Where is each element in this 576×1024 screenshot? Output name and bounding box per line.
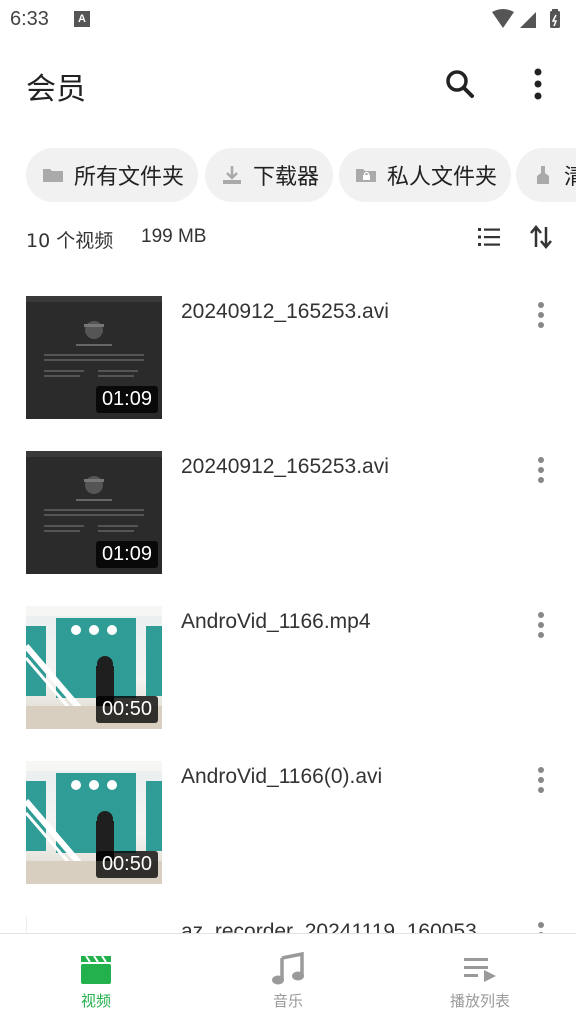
video-name: AndroVid_1166(0).avi bbox=[181, 765, 383, 788]
bottom-navigation: 视频 音乐 播放列表 bbox=[0, 933, 576, 1024]
filter-chips: 所有文件夹 下载器 私人文件夹 清 bbox=[0, 146, 576, 206]
nav-music[interactable]: 音乐 bbox=[192, 934, 384, 1024]
more-vert-icon[interactable] bbox=[526, 300, 556, 330]
list-view-icon[interactable] bbox=[474, 222, 504, 252]
chip-label: 私人文件夹 bbox=[387, 165, 498, 190]
list-item[interactable]: 00:50 AndroVid_1166.mp4 bbox=[0, 590, 576, 745]
list-item[interactable]: 00:50 AndroVid_1166(0).avi bbox=[0, 745, 576, 900]
sort-icon[interactable] bbox=[526, 222, 556, 252]
list-item[interactable]: az_recorder_20241119_160053 bbox=[0, 900, 576, 934]
video-thumbnail bbox=[26, 916, 162, 934]
video-name: 20240912_165253.avi bbox=[181, 455, 389, 478]
status-bar: 6:33 A bbox=[0, 0, 576, 40]
nav-label: 音乐 bbox=[272, 992, 303, 1010]
chip-all-folders[interactable]: 所有文件夹 bbox=[26, 148, 199, 202]
notification-icon: A bbox=[74, 11, 90, 27]
page-title: 会员 bbox=[26, 72, 86, 107]
music-note-icon bbox=[272, 952, 304, 985]
download-icon bbox=[223, 166, 241, 184]
nav-playlists[interactable]: 播放列表 bbox=[384, 934, 576, 1024]
video-list: 01:09 20240912_165253.avi 01:09 20240912… bbox=[0, 280, 576, 934]
folder-icon bbox=[43, 169, 63, 182]
video-thumbnail: 01:09 bbox=[26, 296, 162, 419]
chip-private-folder[interactable]: 私人文件夹 bbox=[339, 148, 512, 202]
chip-label: 清 bbox=[564, 165, 576, 190]
clapperboard-icon bbox=[81, 955, 111, 984]
video-name: 20240912_165253.avi bbox=[181, 300, 389, 323]
chip-label: 下载器 bbox=[253, 165, 320, 190]
video-thumbnail: 00:50 bbox=[26, 606, 162, 729]
video-count: 10 个视频 bbox=[26, 230, 114, 252]
list-item[interactable]: 01:09 20240912_165253.avi bbox=[0, 435, 576, 590]
more-vert-icon[interactable] bbox=[526, 765, 556, 795]
nav-label: 播放列表 bbox=[449, 992, 510, 1010]
duration-badge: 01:09 bbox=[95, 386, 158, 413]
video-name: az_recorder_20241119_160053 bbox=[181, 920, 477, 934]
chip-downloader[interactable]: 下载器 bbox=[205, 148, 334, 202]
total-size: 199 MB bbox=[141, 226, 207, 247]
duration-badge: 00:50 bbox=[95, 851, 158, 878]
summary-row: 10 个视频 199 MB bbox=[0, 214, 576, 264]
list-item[interactable]: 01:09 20240912_165253.avi bbox=[0, 280, 576, 435]
signal-battery-icon bbox=[492, 9, 560, 28]
playlist-icon bbox=[464, 958, 496, 982]
video-name: AndroVid_1166.mp4 bbox=[181, 610, 371, 633]
app-bar: 会员 bbox=[0, 48, 576, 118]
more-vert-icon[interactable] bbox=[520, 66, 556, 102]
nav-videos[interactable]: 视频 bbox=[0, 934, 192, 1024]
search-icon[interactable] bbox=[440, 66, 480, 102]
more-vert-icon[interactable] bbox=[526, 455, 556, 485]
more-vert-icon[interactable] bbox=[526, 610, 556, 640]
video-thumbnail: 00:50 bbox=[26, 761, 162, 884]
status-time: 6:33 bbox=[10, 8, 49, 30]
duration-badge: 01:09 bbox=[95, 541, 158, 568]
clean-icon bbox=[537, 166, 549, 184]
duration-badge: 00:50 bbox=[95, 696, 158, 723]
chip-label: 所有文件夹 bbox=[74, 165, 185, 190]
chip-clean[interactable]: 清 bbox=[516, 148, 576, 202]
lock-folder-icon bbox=[356, 169, 376, 182]
video-thumbnail: 01:09 bbox=[26, 451, 162, 574]
more-vert-icon[interactable] bbox=[526, 920, 556, 934]
nav-label: 视频 bbox=[80, 992, 111, 1010]
